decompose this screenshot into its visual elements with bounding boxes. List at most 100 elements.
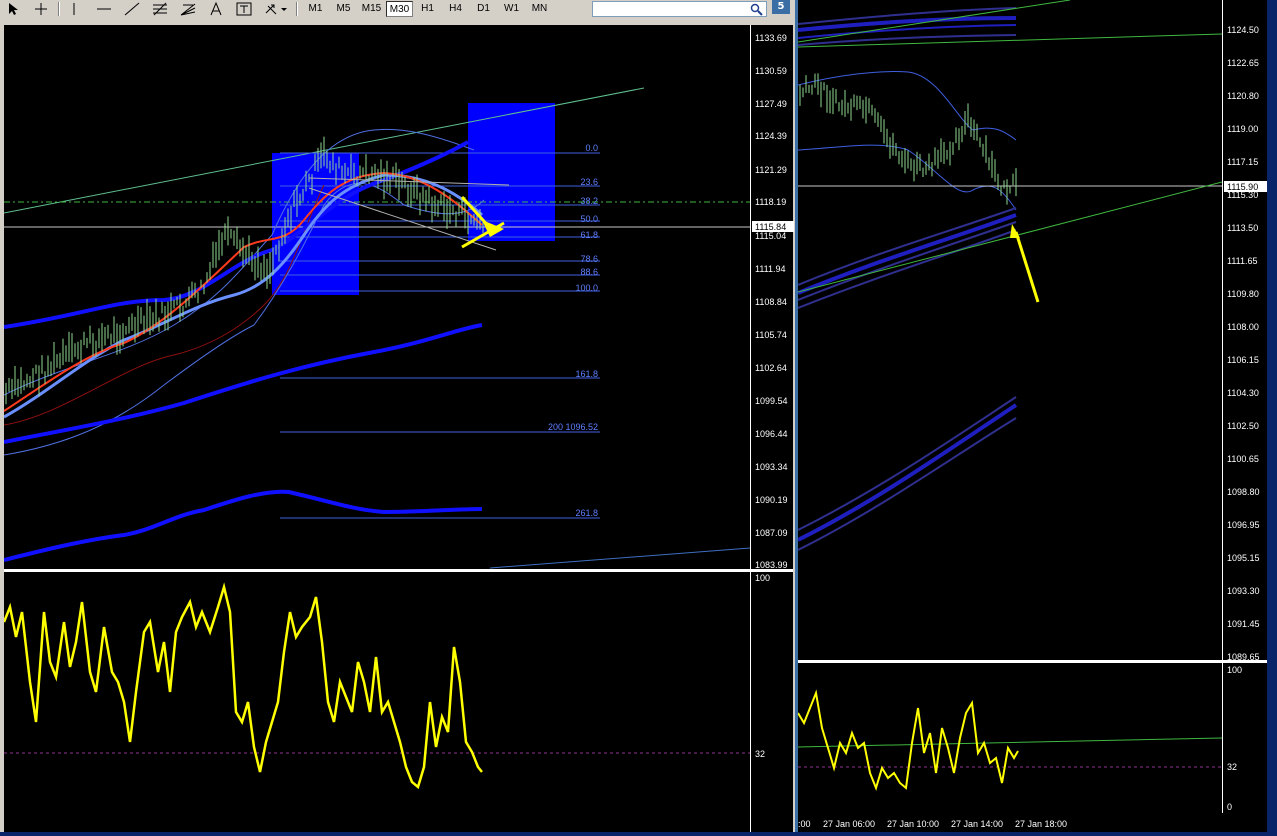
ma-band-lower	[797, 396, 1017, 531]
price-tick: 1089.65	[1227, 652, 1260, 660]
osc-tick-level: 32	[1227, 762, 1237, 772]
text-label-icon[interactable]	[234, 1, 254, 17]
horizontal-line-icon[interactable]	[94, 1, 114, 17]
price-tick: 1106.15	[1227, 355, 1259, 365]
timeframe-mn[interactable]: MN	[526, 1, 553, 17]
price-tick: 1119.00	[1227, 124, 1258, 134]
candlesticks	[799, 73, 1017, 205]
time-tick: :00	[798, 819, 811, 829]
fib-label: 78.6	[580, 254, 598, 264]
fib-label: 61.8	[580, 230, 598, 240]
trendline-icon[interactable]	[122, 1, 142, 17]
price-tick: 1111.94	[755, 264, 786, 274]
ma-band-rising	[797, 221, 1017, 301]
search-input[interactable]	[592, 1, 767, 17]
notification-badge[interactable]: 5	[772, 0, 790, 14]
price-tick: 1093.30	[1227, 586, 1260, 596]
price-tick: 1111.65	[1227, 256, 1258, 266]
osc-tick-bottom: 0	[1227, 802, 1232, 812]
osc-tick-top: 100	[1227, 665, 1242, 675]
timeframe-h4[interactable]: H4	[442, 1, 469, 17]
right-price-chart[interactable]	[797, 0, 1223, 660]
fib-labels: 0.0 23.6 38.2 50.0 61.8 78.6 88.6 100.0 …	[548, 143, 598, 518]
oscillator-line	[797, 689, 1019, 792]
ema-slow	[3, 173, 483, 419]
price-tick: 1098.80	[1227, 487, 1260, 497]
price-tick: 1124.39	[755, 131, 787, 141]
osc-tick-top: 100	[755, 573, 770, 583]
bollinger-upper	[797, 71, 1017, 141]
toolbar-separator	[296, 2, 298, 16]
fib-label: 261.8	[575, 508, 598, 518]
target-zone-box	[468, 103, 555, 241]
window-border	[1267, 0, 1277, 832]
ma-band-lower	[797, 417, 1017, 551]
time-tick: 27 Jan 06:00	[823, 819, 875, 829]
price-tick: 1109.80	[1227, 289, 1259, 299]
left-price-chart[interactable]: 0.0 23.6 38.2 50.0 61.8 78.6 88.6 100.0 …	[3, 25, 751, 570]
price-tick: 1113.50	[1227, 223, 1258, 233]
toolbar: M1 M5 M15 M30 H1 H4 D1 W1 MN 5	[0, 0, 795, 20]
fib-label: 161.8	[575, 369, 598, 379]
ma-band-rising	[797, 213, 1017, 295]
price-tick: 1115.04	[755, 231, 786, 241]
price-tick: 1093.34	[755, 462, 788, 472]
ma-band-rising	[797, 207, 1017, 286]
fib-label: 0.0	[585, 143, 598, 153]
time-tick: 27 Jan 10:00	[887, 819, 939, 829]
moving-average-thick	[3, 140, 469, 329]
cursor-icon[interactable]	[4, 1, 22, 17]
fib-label: 88.6	[580, 267, 598, 277]
ma-band-lower	[797, 403, 1018, 542]
current-price-label: 1115.90	[1227, 182, 1258, 192]
timeframe-m1[interactable]: M1	[302, 1, 329, 17]
arrows-icon[interactable]	[262, 1, 288, 17]
timeframe-m30[interactable]: M30	[386, 1, 413, 17]
fibonacci-fan-icon[interactable]	[178, 1, 198, 17]
time-tick: 27 Jan 14:00	[951, 819, 1003, 829]
crosshair-icon[interactable]	[31, 1, 51, 17]
left-oscillator-pane[interactable]	[2, 572, 750, 832]
left-oscillator-axis: 100 32	[750, 572, 793, 832]
yellow-arrow	[1014, 231, 1040, 303]
right-price-axis[interactable]: 1124.50 1122.65 1120.80 1119.00 1117.15 1115.…	[1222, 0, 1268, 662]
timeframe-w1[interactable]: W1	[498, 1, 525, 17]
price-tick: 1102.50	[1227, 421, 1259, 431]
fib-label: 38.2	[580, 196, 598, 206]
text-icon[interactable]	[206, 1, 226, 17]
price-tick: 1127.49	[755, 99, 787, 109]
price-tick: 1095.15	[1227, 553, 1260, 563]
moving-average-slow	[3, 489, 483, 562]
timeframe-m5[interactable]: M5	[330, 1, 357, 17]
timeframe-m15[interactable]: M15	[358, 1, 385, 17]
price-tick: 1099.54	[755, 396, 788, 406]
trendline-green	[797, 181, 1223, 293]
fibonacci-icon[interactable]	[150, 1, 170, 17]
left-price-axis[interactable]: 1133.69 1130.59 1127.49 1124.39 1121.29 …	[750, 25, 794, 570]
ma-band-rising	[797, 229, 1017, 309]
price-tick: 1120.80	[1227, 91, 1259, 101]
toolbar-separator	[58, 2, 60, 16]
price-tick: 1108.84	[755, 297, 787, 307]
price-tick: 1133.69	[755, 33, 787, 43]
price-tick: 1105.74	[755, 330, 787, 340]
price-tick: 1130.59	[755, 66, 787, 76]
search-icon[interactable]	[750, 3, 763, 16]
price-tick: 1118.19	[755, 197, 786, 207]
price-tick: 1122.65	[1227, 58, 1259, 68]
timeframe-h1[interactable]: H1	[414, 1, 441, 17]
price-tick: 1117.15	[1227, 157, 1258, 167]
lower-trendline	[489, 547, 751, 569]
price-tick: 1096.44	[755, 429, 788, 439]
timeframe-d1[interactable]: D1	[470, 1, 497, 17]
fib-label: 23.6	[580, 177, 598, 187]
price-tick: 1121.29	[755, 165, 787, 175]
yellow-arrowhead	[1010, 224, 1020, 238]
vertical-line-icon[interactable]	[64, 1, 84, 17]
price-tick: 1108.00	[1227, 322, 1259, 332]
current-price-label: 1115.84	[755, 222, 786, 232]
moving-average-long	[3, 323, 483, 444]
price-tick: 1091.45	[1227, 619, 1260, 629]
osc-tick-level: 32	[755, 749, 765, 759]
right-oscillator-pane[interactable]	[797, 663, 1223, 813]
